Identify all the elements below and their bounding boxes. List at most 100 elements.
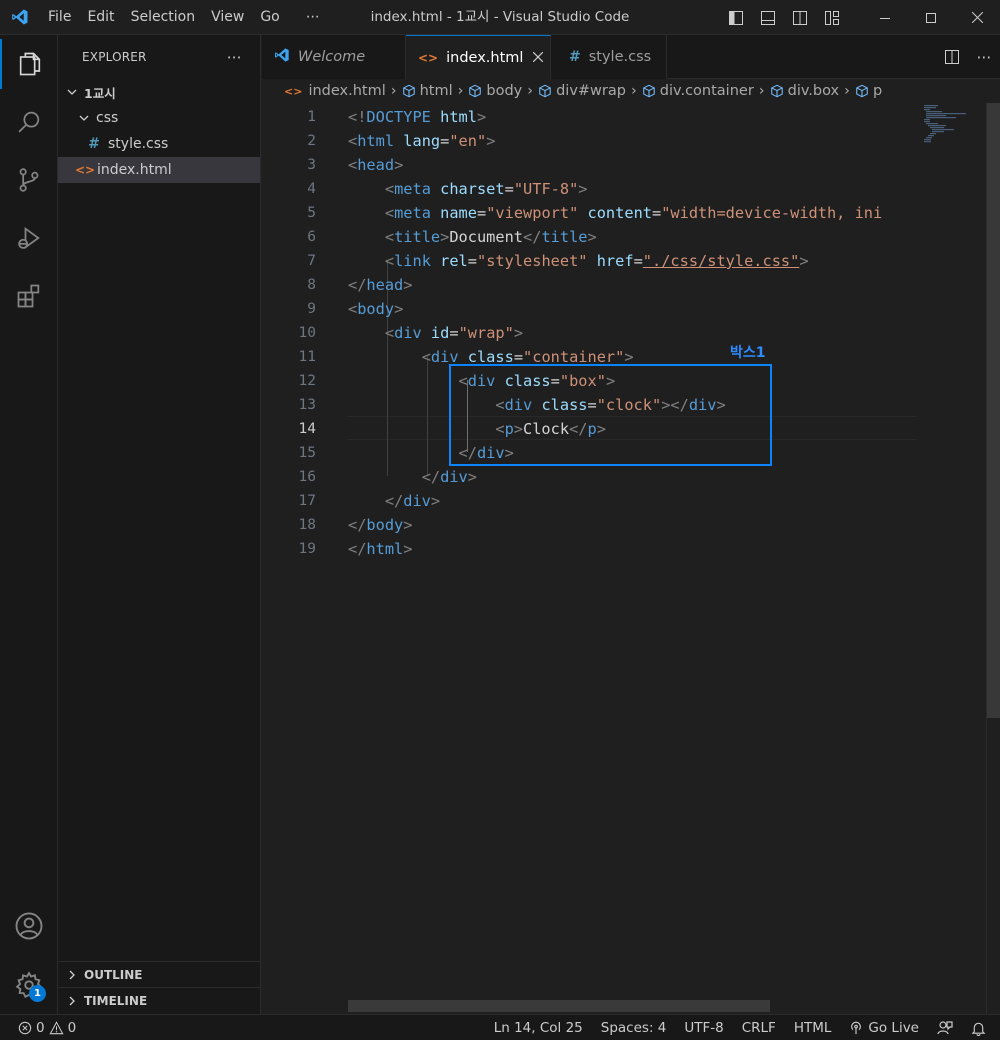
code-line: </html> [348, 540, 413, 558]
account-icon[interactable] [0, 901, 58, 951]
element-cube-icon [469, 84, 482, 98]
editor-more-icon[interactable]: ⋯ [968, 35, 1000, 79]
tab-index-html[interactable]: <> index.html [406, 35, 551, 80]
outline-section[interactable]: OUTLINE [58, 961, 261, 987]
tree-label: style.css [108, 136, 169, 152]
line-number: 9 [307, 301, 316, 317]
minimap[interactable] [916, 103, 986, 1014]
breadcrumb-item[interactable]: html [402, 83, 453, 99]
problems-indicator[interactable]: 0 0 [18, 1020, 85, 1036]
warning-icon [49, 1020, 64, 1034]
timeline-section[interactable]: TIMELINE [58, 987, 261, 1013]
toggle-secondary-sidebar-icon[interactable] [784, 0, 816, 35]
menu-bar: File Edit Selection View Go ⋯ [40, 0, 328, 35]
line-ending[interactable]: CRLF [733, 1020, 785, 1036]
scrollbar-thumb[interactable] [987, 103, 1000, 718]
line-number: 11 [298, 349, 316, 365]
search-icon[interactable] [0, 97, 58, 147]
split-editor-icon[interactable] [936, 35, 968, 79]
tab-label: style.css [588, 49, 652, 65]
menu-go[interactable]: Go [252, 0, 287, 35]
code-editor[interactable]: 1 2 3 4 5 6 7 8 9 10 11 12 13 14 15 16 17 18 19 <!DOCTYPE … [262, 103, 916, 1014]
tree-label: index.html [97, 162, 172, 178]
menu-file[interactable]: File [40, 0, 79, 35]
tab-welcome[interactable]: Welcome [262, 35, 406, 79]
language-mode[interactable]: HTML [785, 1020, 841, 1036]
go-live-button[interactable]: Go Live [840, 1020, 928, 1036]
notifications-bell-icon[interactable] [962, 1021, 1000, 1036]
extensions-icon[interactable] [0, 271, 58, 321]
encoding[interactable]: UTF-8 [675, 1020, 732, 1036]
code-line: </body> [348, 516, 413, 534]
breadcrumb-item[interactable]: body [468, 83, 522, 99]
menu-selection[interactable]: Selection [123, 0, 204, 35]
line-number: 17 [298, 493, 316, 509]
code-line: <title>Document</title> [384, 228, 597, 246]
source-control-icon[interactable] [0, 155, 58, 205]
broadcast-icon [851, 1021, 862, 1035]
customize-layout-icon[interactable] [816, 0, 848, 35]
warning-count: 0 [67, 1019, 77, 1036]
breadcrumb-item[interactable]: <> index.html [284, 83, 386, 99]
tab-label: index.html [446, 50, 524, 66]
code-line: <head> [348, 156, 404, 174]
line-number: 13 [298, 397, 316, 413]
breadcrumb-item[interactable]: div#wrap [538, 83, 626, 99]
tree-file-style-css[interactable]: # style.css [58, 131, 260, 157]
minimize-icon[interactable] [862, 0, 908, 35]
settings-gear-icon[interactable]: 1 [0, 960, 58, 1010]
code-line: <meta name="viewport" content="width=dev… [384, 204, 883, 222]
breadcrumb-label: div.box [787, 83, 840, 99]
line-number: 7 [307, 253, 316, 269]
code-line: </div> [421, 468, 477, 486]
code-line: <body> [348, 300, 404, 318]
close-icon[interactable] [532, 50, 544, 66]
explorer-more-icon[interactable]: ⋯ [227, 48, 242, 66]
run-debug-icon[interactable] [0, 213, 58, 263]
horizontal-scrollbar[interactable] [348, 1000, 770, 1012]
go-live-label: Go Live [868, 1020, 919, 1036]
annotation-box [449, 364, 772, 466]
explorer-sidebar: EXPLORER ⋯ 1교시 css # style.css <> index.… [58, 35, 261, 1014]
breadcrumb-item[interactable]: div.container [642, 83, 754, 99]
tree-label: css [96, 110, 119, 126]
maximize-icon[interactable] [908, 0, 954, 35]
tab-style-css[interactable]: # style.css [551, 35, 667, 79]
breadcrumb-item[interactable]: div.box [770, 83, 840, 99]
close-window-icon[interactable] [954, 0, 1000, 35]
tree-file-index-html[interactable]: <> index.html [58, 157, 260, 183]
breadcrumb-label: index.html [308, 83, 386, 99]
element-cube-icon [643, 84, 655, 98]
code-line: <meta charset="UTF-8"> [384, 180, 588, 198]
activity-bar: 1 [0, 35, 58, 1014]
element-cube-icon [856, 84, 868, 98]
line-number: 1 [307, 109, 316, 125]
code-line: <html lang="en"> [348, 132, 496, 150]
menu-view[interactable]: View [203, 0, 252, 35]
line-number: 19 [298, 541, 316, 557]
html-file-icon: <> [418, 51, 439, 65]
toggle-sidebar-icon[interactable] [720, 0, 752, 35]
tree-folder-css[interactable]: css [58, 105, 260, 131]
toggle-panel-icon[interactable] [752, 0, 784, 35]
cursor-position[interactable]: Ln 14, Col 25 [485, 1020, 592, 1036]
indentation[interactable]: Spaces: 4 [592, 1020, 676, 1036]
breadcrumb-label: p [872, 83, 883, 99]
settings-badge: 1 [29, 985, 46, 1002]
css-file-icon: # [88, 136, 100, 152]
annotation-label: 박스1 [730, 345, 766, 361]
breadcrumb-item[interactable]: p [855, 83, 882, 99]
explorer-title: EXPLORER [82, 50, 147, 64]
breadcrumb-label: html [419, 83, 453, 99]
tree-folder-root[interactable]: 1교시 [58, 79, 260, 105]
line-number: 10 [298, 325, 316, 341]
vertical-scrollbar[interactable] [986, 103, 1000, 1014]
status-bar: 0 0 Ln 14, Col 25 Spaces: 4 UTF-8 CRLF H… [0, 1014, 1000, 1040]
menu-edit[interactable]: Edit [79, 0, 122, 35]
menu-more[interactable]: ⋯ [288, 0, 328, 35]
feedback-icon[interactable] [928, 1020, 962, 1036]
explorer-icon[interactable] [0, 39, 58, 89]
line-number: 18 [298, 517, 316, 533]
chevron-right-icon [64, 993, 80, 1009]
tab-label: Welcome [298, 49, 366, 65]
